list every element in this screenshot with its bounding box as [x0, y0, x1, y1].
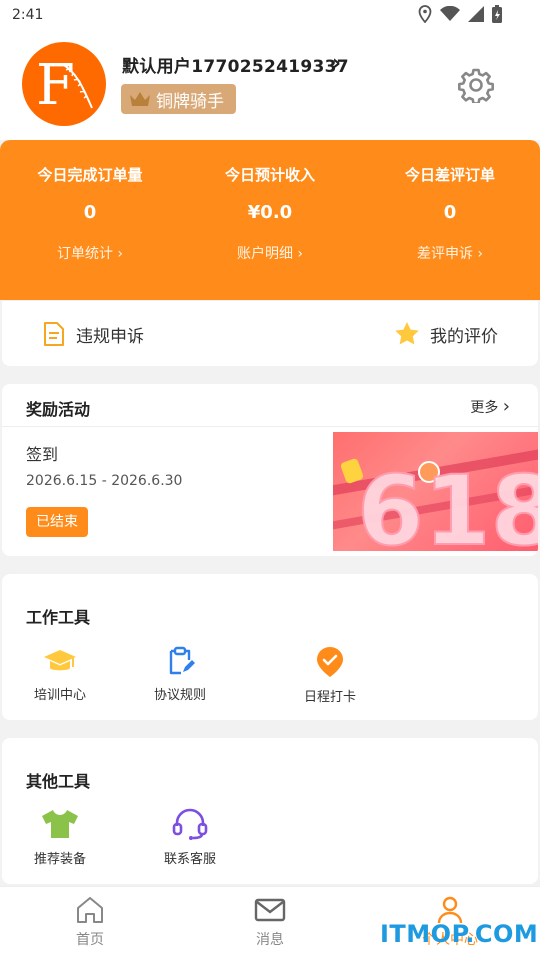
status-bar: 2:41 — [0, 0, 540, 32]
schedule-checkin-button[interactable]: 日程打卡 — [280, 646, 380, 705]
recommended-gear-button[interactable]: 推荐装备 — [10, 808, 110, 867]
username[interactable]: 默认用户1770252419337 — [122, 52, 349, 77]
customer-service-button[interactable]: 联系客服 — [140, 808, 240, 867]
rider-level-badge: 铜牌骑手 — [121, 84, 236, 114]
status-time: 2:41 — [12, 7, 44, 23]
nav-label: 首页 — [76, 932, 104, 948]
activity-date: 2026.6.15 - 2026.6.30 — [26, 473, 183, 489]
account-detail-link[interactable]: 账户明细 › — [180, 243, 360, 263]
activity-status-badge: 已结束 — [26, 507, 88, 537]
my-review-label: 我的评价 — [430, 326, 498, 347]
avatar-letter: F — [36, 53, 75, 118]
tool-label: 日程打卡 — [303, 690, 356, 705]
stat-title: 今日完成订单量 — [37, 166, 143, 184]
chevron-right-icon: › — [117, 246, 124, 262]
violation-appeal-button[interactable]: 违规申诉 — [42, 321, 144, 347]
quick-links-row: 违规申诉 我的评价 — [2, 301, 538, 366]
crown-icon — [130, 92, 150, 106]
banner-618-text: 618 — [357, 455, 538, 551]
wifi-icon — [440, 6, 460, 21]
badge-label: 铜牌骑手 — [156, 91, 224, 112]
star-icon — [395, 322, 419, 345]
tool-label: 推荐装备 — [33, 852, 86, 867]
nav-label: 消息 — [256, 932, 284, 948]
today-stats-panel: 今日完成订单量 0 订单统计 › 今日预计收入 ¥0.0 账户明细 › 今日差评… — [0, 140, 540, 300]
document-icon — [44, 322, 64, 346]
bad-review-appeal-link[interactable]: 差评申诉 › — [360, 243, 540, 263]
clipboard-edit-icon — [169, 646, 195, 675]
activity-banner-image[interactable]: 618 — [333, 432, 538, 551]
nav-home[interactable]: 首页 — [40, 895, 140, 949]
activity-title[interactable]: 签到 — [26, 441, 58, 465]
training-center-button[interactable]: 培训中心 — [10, 646, 110, 703]
status-icons — [418, 5, 502, 23]
work-tools-title: 工作工具 — [26, 608, 91, 627]
chevron-right-icon: › — [297, 246, 304, 262]
location-check-icon — [317, 647, 343, 677]
divider — [2, 426, 538, 427]
work-tools-card: 工作工具 培训中心 协议规则 日程打卡 — [2, 574, 538, 720]
stat-value: 0 — [83, 202, 97, 223]
battery-icon — [492, 5, 502, 23]
stat-title: 今日预计收入 — [224, 166, 315, 184]
tshirt-icon — [42, 810, 78, 838]
stat-value: 0 — [443, 202, 457, 223]
watermark: ITMOP.COM — [380, 920, 539, 948]
settings-gear-icon[interactable] — [458, 67, 494, 103]
my-review-button[interactable]: 我的评价 — [394, 321, 498, 347]
avatar-logo-icon: F — [36, 53, 93, 118]
stat-title: 今日差评订单 — [404, 166, 495, 184]
other-tools-title: 其他工具 — [26, 772, 91, 791]
avatar[interactable]: F — [22, 42, 106, 126]
more-link[interactable]: 更多 › — [470, 396, 510, 417]
nav-messages[interactable]: 消息 — [220, 895, 320, 949]
stat-expected-income: 今日预计收入 ¥0.0 账户明细 › — [180, 140, 360, 300]
headset-icon — [172, 808, 208, 840]
location-icon — [418, 5, 432, 23]
order-stats-link[interactable]: 订单统计 › — [0, 243, 180, 263]
rewards-card: 奖励活动 更多 › 签到 2026.6.15 - 2026.6.30 已结束 6… — [2, 384, 538, 556]
banner-art: 618 — [333, 449, 538, 551]
tool-label: 培训中心 — [33, 688, 86, 703]
mail-icon — [254, 898, 286, 922]
signal-icon — [468, 6, 484, 22]
other-tools-card: 其他工具 推荐装备 联系客服 — [2, 738, 538, 884]
stat-completed-orders: 今日完成订单量 0 订单统计 › — [0, 140, 180, 300]
home-icon — [77, 897, 103, 923]
chevron-right-icon[interactable]: › — [332, 51, 341, 76]
rewards-title: 奖励活动 — [26, 400, 91, 419]
stat-value: ¥0.0 — [247, 202, 293, 223]
tool-label: 联系客服 — [163, 852, 216, 867]
agreement-rules-button[interactable]: 协议规则 — [130, 646, 230, 703]
violation-appeal-label: 违规申诉 — [76, 326, 144, 347]
stat-bad-reviews: 今日差评订单 0 差评申诉 › — [360, 140, 540, 300]
chevron-right-icon: › — [477, 246, 484, 262]
tool-label: 协议规则 — [153, 688, 206, 703]
chevron-right-icon: › — [502, 396, 510, 417]
graduation-cap-icon — [44, 650, 76, 671]
